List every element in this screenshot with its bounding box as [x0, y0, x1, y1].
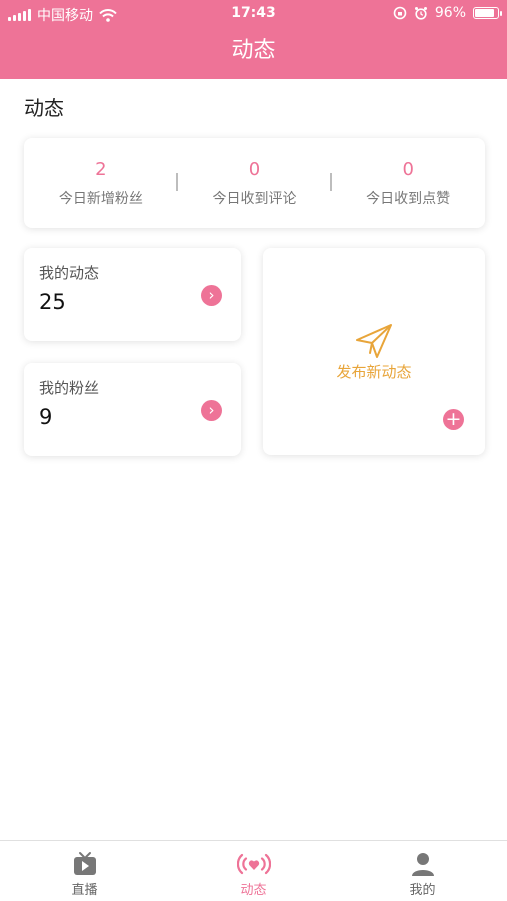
tab-moments-label: 动态 — [240, 883, 267, 898]
stat-new-fans-value: 2 — [95, 159, 107, 180]
tab-me[interactable]: 我的 — [338, 841, 507, 901]
tab-me-label: 我的 — [409, 883, 436, 898]
stat-divider — [330, 173, 332, 191]
stat-new-fans-label: 今日新增粉丝 — [58, 191, 143, 207]
nav-title: 动态 — [231, 38, 276, 63]
page-section-title: 动态 — [24, 96, 64, 120]
heart-signal-icon — [236, 853, 271, 875]
my-fans-card[interactable]: 我的粉丝 9 › — [24, 363, 241, 456]
stat-new-fans: 2 今日新增粉丝 — [24, 138, 178, 228]
my-posts-count: 25 — [39, 290, 66, 314]
alarm-icon — [414, 7, 427, 20]
stat-comments-label: 今日收到评论 — [212, 191, 297, 207]
rotation-lock-icon — [393, 6, 407, 20]
tv-play-icon — [73, 852, 96, 875]
person-icon — [411, 853, 434, 876]
chevron-right-icon[interactable]: › — [201, 400, 222, 421]
stat-likes: 0 今日收到点赞 — [331, 138, 485, 228]
tab-live[interactable]: 直播 — [0, 841, 169, 901]
publish-post-label: 发布新动态 — [336, 363, 412, 381]
paper-plane-icon — [356, 324, 392, 358]
my-posts-title: 我的动态 — [39, 264, 100, 282]
battery-percent: 96% — [434, 5, 466, 21]
tab-moments[interactable]: 动态 — [169, 841, 338, 901]
plus-icon[interactable]: + — [443, 409, 464, 430]
tab-live-label: 直播 — [71, 883, 98, 898]
status-bar: 中国移动 17:43 96% — [0, 0, 507, 28]
battery-icon — [473, 7, 502, 19]
stat-divider — [176, 173, 178, 191]
nav-bar: 动态 — [0, 28, 507, 79]
publish-post-card[interactable]: 发布新动态 + — [263, 248, 485, 455]
tab-bar: 直播 动态 我的 — [0, 840, 507, 901]
my-fans-title: 我的粉丝 — [39, 379, 100, 397]
today-stats-card: 2 今日新增粉丝 0 今日收到评论 0 今日收到点赞 — [24, 138, 485, 228]
stat-comments: 0 今日收到评论 — [178, 138, 332, 228]
my-fans-count: 9 — [39, 405, 53, 429]
status-right: 96% — [393, 5, 502, 21]
stat-comments-value: 0 — [248, 159, 261, 180]
stat-likes-value: 0 — [402, 159, 414, 180]
stat-likes-label: 今日收到点赞 — [366, 191, 451, 207]
my-posts-card[interactable]: 我的动态 25 › — [24, 248, 241, 341]
chevron-right-icon[interactable]: › — [201, 285, 222, 306]
